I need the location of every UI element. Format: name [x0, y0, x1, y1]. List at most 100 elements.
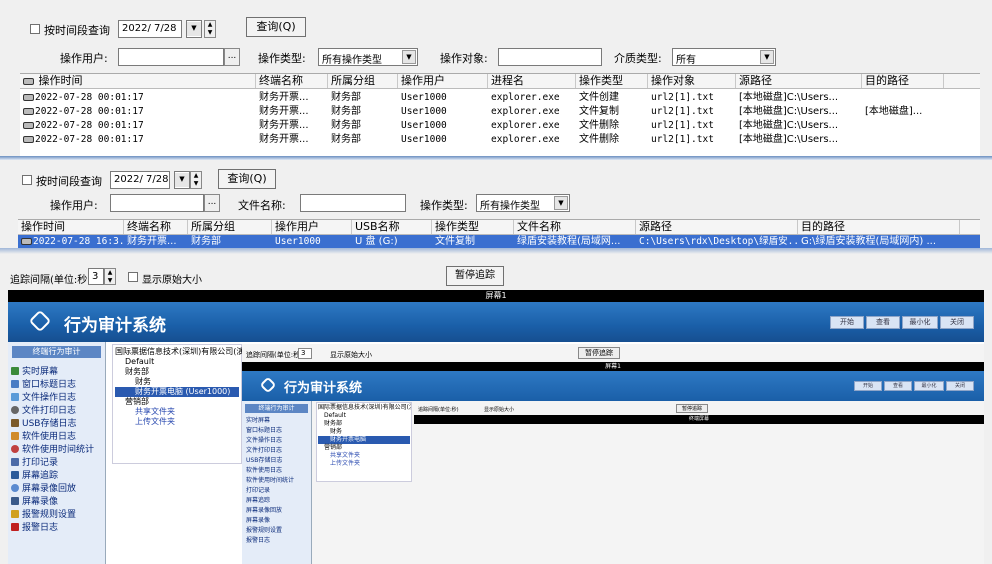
- table-row[interactable]: 2022-07-28 00:01:17 财务开票... 财务部 User1000…: [20, 105, 980, 119]
- date-spinner[interactable]: ▲ ▼: [204, 20, 216, 38]
- operator-label: 操作用户:: [50, 199, 98, 212]
- column-header[interactable]: 终端名称: [256, 74, 328, 88]
- toolbar-close-button[interactable]: 关闭: [940, 316, 974, 329]
- nested-nav-item: 报警日志: [246, 537, 271, 544]
- nested-toolbar-button: 开始: [854, 381, 882, 391]
- file-name-label: 文件名称:: [238, 199, 286, 212]
- op-type-select[interactable]: 所有操作类型 ▼: [318, 48, 418, 66]
- sidebar-item-screen-recording[interactable]: 屏幕录像: [8, 494, 105, 507]
- column-header[interactable]: 文件名称: [514, 220, 636, 234]
- tree-item-dept2[interactable]: 营销部: [115, 397, 239, 407]
- query-button[interactable]: 查询(Q): [218, 169, 276, 189]
- tree-root[interactable]: 国际票据信息技术(深圳)有限公司(演示版): [115, 347, 263, 357]
- table-header: 操作时间 终端名称 所属分组 操作用户 进程名 操作类型 操作对象 源路径 目的…: [20, 74, 980, 89]
- toolbar-minimize-button[interactable]: 最小化: [902, 316, 938, 329]
- query-button[interactable]: 查询(Q): [246, 17, 306, 37]
- date-spinner[interactable]: ▲ ▼: [190, 171, 202, 189]
- table-row[interactable]: 2022-07-28 00:01:17 财务开票... 财务部 User1000…: [20, 119, 980, 133]
- op-object-input[interactable]: [498, 48, 602, 66]
- sidebar-item-realtime-screen[interactable]: 实时屏幕: [8, 364, 105, 377]
- date-picker[interactable]: 2022/ 7/28: [110, 171, 170, 189]
- file-name-input[interactable]: [300, 194, 406, 212]
- column-header[interactable]: 目的路径: [862, 74, 944, 88]
- column-header[interactable]: 目的路径: [798, 220, 960, 234]
- column-header[interactable]: 操作对象: [648, 74, 736, 88]
- tree-item-terminal[interactable]: 财务开票电脑 (User1000): [115, 387, 239, 397]
- nested-app-title: 行为审计系统: [284, 381, 363, 396]
- column-header[interactable]: 操作类型: [576, 74, 648, 88]
- column-header[interactable]: 操作用户: [398, 74, 488, 88]
- operator-browse-button[interactable]: ...: [204, 194, 220, 212]
- operator-input[interactable]: [110, 194, 204, 212]
- sidebar-item-screen-tracking[interactable]: 屏幕追踪: [8, 468, 105, 481]
- sidebar-item-alert-rules[interactable]: 报警规则设置: [8, 507, 105, 520]
- file-log-table: 操作时间 终端名称 所属分组 操作用户 进程名 操作类型 操作对象 源路径 目的…: [20, 73, 980, 158]
- file-log-panel: 按时间段查询 2022/ 7/28 ▼ ▲ ▼ 查询(Q) 操作用户: ... 操…: [0, 0, 992, 158]
- column-header[interactable]: 操作时间: [18, 220, 124, 234]
- chevron-down-icon: ▼: [554, 196, 568, 210]
- deep-screen-bar: 终端屏幕: [414, 415, 984, 424]
- table-row[interactable]: 2022-07-28 00:01:17 财务开票... 财务部 User1000…: [20, 133, 980, 147]
- operator-input[interactable]: [118, 48, 224, 66]
- usb-log-table: 操作时间 终端名称 所属分组 操作用户 USB名称 操作类型 文件名称 源路径 …: [18, 219, 980, 248]
- column-header[interactable]: 源路径: [736, 74, 862, 88]
- sidebar-item-file-operation-log[interactable]: 文件操作日志: [8, 390, 105, 403]
- column-header[interactable]: 操作类型: [432, 220, 514, 234]
- sidebar-item-usb-log[interactable]: USB存储日志: [8, 416, 105, 429]
- column-header[interactable]: 所属分组: [188, 220, 272, 234]
- table-row[interactable]: 2022-07-28 16:3... 财务开票... 财务部 User1000 …: [18, 235, 980, 248]
- op-type-label: 操作类型:: [420, 199, 468, 212]
- sidebar-header: 终端行为审计: [12, 346, 101, 358]
- nested-nav-item: 文件操作日志: [246, 437, 283, 444]
- media-type-select[interactable]: 所有 ▼: [672, 48, 776, 66]
- nested-nav-item: 文件打印日志: [246, 447, 283, 454]
- sidebar-item-alert-log[interactable]: 报警日志: [8, 520, 105, 533]
- column-header[interactable]: 进程名: [488, 74, 576, 88]
- table-row[interactable]: 2022-07-28 00:01:17 财务开票... 财务部 User1000…: [20, 91, 980, 105]
- tree-item-shared[interactable]: 共享文件夹: [115, 407, 239, 417]
- column-header[interactable]: USB名称: [352, 220, 432, 234]
- sidebar-item-file-print-log[interactable]: 文件打印日志: [8, 403, 105, 416]
- time-query-checkbox[interactable]: [30, 24, 40, 34]
- column-header[interactable]: 操作时间: [20, 74, 256, 88]
- operator-browse-button[interactable]: ...: [224, 48, 240, 66]
- tree-item-finance[interactable]: 财务部: [115, 367, 239, 377]
- nested-nav-item: 实时屏幕: [246, 417, 271, 424]
- column-header[interactable]: 源路径: [636, 220, 798, 234]
- alert-log-icon: [11, 522, 19, 531]
- toolbar-start-button[interactable]: 开始: [830, 316, 864, 329]
- sidebar-item-print-records[interactable]: 打印记录: [8, 455, 105, 468]
- column-header[interactable]: 终端名称: [124, 220, 188, 234]
- nested-toolbar-button: 查看: [884, 381, 912, 391]
- tree-item-default[interactable]: Default: [115, 357, 239, 367]
- nested-app-header: 行为审计系统 开始 查看 最小化 关闭: [242, 371, 984, 401]
- drive-icon: [23, 94, 34, 101]
- interval-input[interactable]: 3: [88, 268, 104, 285]
- nested-nav-item: 屏幕追踪: [246, 497, 271, 504]
- op-object-label: 操作对象:: [440, 52, 488, 65]
- time-query-label: 按时间段查询: [44, 24, 110, 37]
- nested-nav-item: 屏幕录像回放: [246, 507, 283, 514]
- column-header[interactable]: 所属分组: [328, 74, 398, 88]
- date-picker[interactable]: 2022/ 7/28: [118, 20, 182, 38]
- date-dropdown-button[interactable]: ▼: [174, 171, 190, 189]
- sidebar-item-screen-playback[interactable]: 屏幕录像回放: [8, 481, 105, 494]
- nested-show-original: 显示原始大小: [330, 351, 372, 359]
- sidebar-item-software-usage-log[interactable]: 软件使用日志: [8, 429, 105, 442]
- sidebar-item-window-title-log[interactable]: 窗口标题日志: [8, 377, 105, 390]
- nested-sidebar-header: 终端行为审计: [245, 404, 308, 413]
- sidebar-item-software-time-stats[interactable]: 软件使用时间统计: [8, 442, 105, 455]
- drive-icon: [23, 108, 34, 115]
- time-query-checkbox[interactable]: [22, 175, 32, 185]
- date-dropdown-button[interactable]: ▼: [186, 20, 202, 38]
- pause-tracking-button[interactable]: 暂停追踪: [446, 266, 504, 286]
- toolbar-view-button[interactable]: 查看: [866, 316, 900, 329]
- show-original-label: 显示原始大小: [142, 275, 202, 286]
- tree-item-upload[interactable]: 上传文件夹: [115, 417, 239, 427]
- show-original-checkbox[interactable]: [128, 272, 138, 282]
- interval-spinner[interactable]: ▲ ▼: [104, 268, 116, 285]
- tree-item-finance-sub[interactable]: 财务: [115, 377, 239, 387]
- column-header[interactable]: 操作用户: [272, 220, 352, 234]
- op-type-select[interactable]: 所有操作类型 ▼: [476, 194, 570, 212]
- nested-nav-item: 报警规则设置: [246, 527, 283, 534]
